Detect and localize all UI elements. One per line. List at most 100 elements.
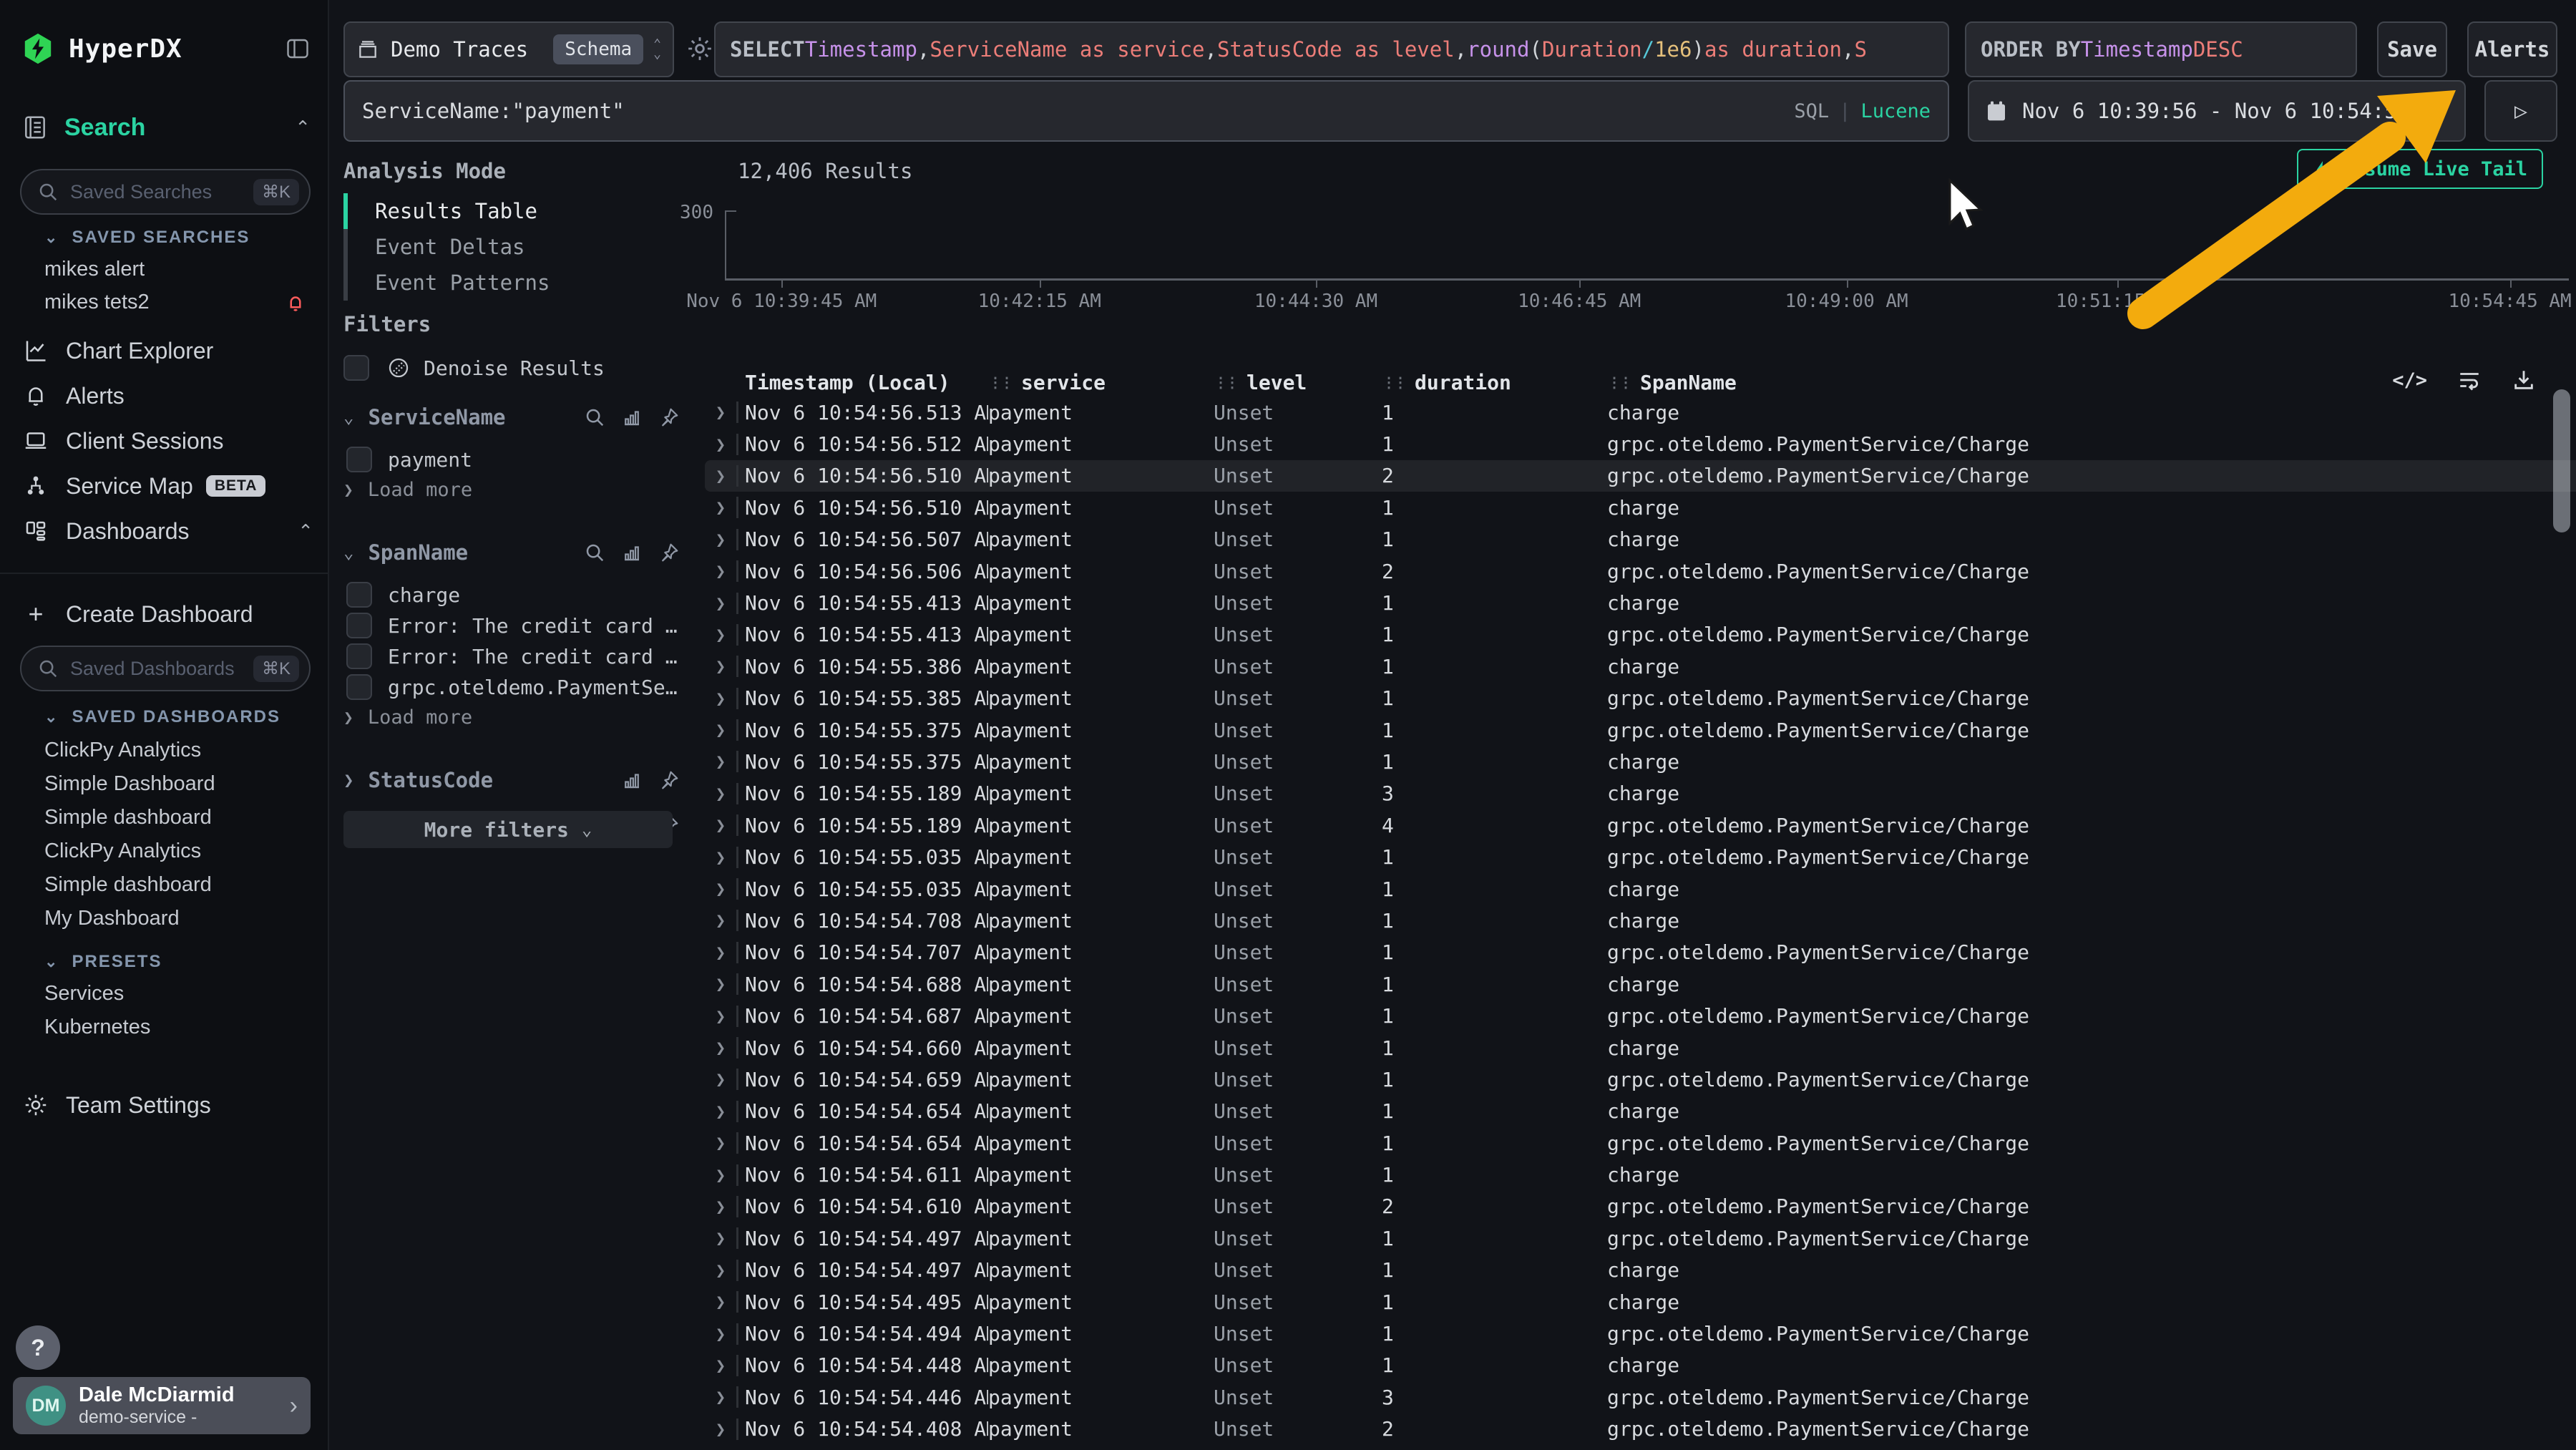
table-row[interactable]: ❯Nov 6 10:54:54.688 AMpaymentUnset1charg… — [705, 968, 2576, 1000]
filter-checkbox[interactable] — [346, 582, 372, 608]
saved-search-item[interactable]: mikes alert — [44, 258, 311, 281]
expand-row-icon[interactable]: ❯ — [705, 1006, 736, 1026]
expand-row-icon[interactable]: ❯ — [705, 1292, 736, 1312]
user-menu[interactable]: DM Dale McDiarmid demo-service - › — [13, 1377, 311, 1434]
load-more-button[interactable]: ❯Load more — [343, 706, 472, 729]
sidebar-item-service-map[interactable]: Service MapBETA — [21, 466, 313, 506]
search-icon[interactable] — [584, 542, 605, 563]
pin-icon[interactable] — [658, 769, 680, 791]
saved-searches-input[interactable]: Saved Searches ⌘K — [20, 169, 311, 215]
team-settings-button[interactable]: Team Settings — [21, 1085, 313, 1125]
saved-dashboard-item[interactable]: ClickPy Analytics — [44, 840, 201, 863]
column-header-service[interactable]: ⋮⋮service — [988, 371, 1214, 394]
table-row[interactable]: ❯Nov 6 10:54:55.189 AMpaymentUnset4grpc.… — [705, 809, 2576, 841]
table-row[interactable]: ❯Nov 6 10:54:55.413 AMpaymentUnset1grpc.… — [705, 619, 2576, 651]
filter-group-statuscode[interactable]: ❯StatusCode — [343, 768, 680, 792]
denoise-results-option[interactable]: Denoise Results — [343, 355, 605, 381]
search-query-input[interactable]: ServiceName:"payment" SQL | Lucene — [343, 80, 1949, 142]
analysis-mode-event-patterns[interactable]: Event Patterns — [343, 265, 550, 301]
filter-option[interactable]: Error: The credit card … — [346, 613, 680, 638]
pin-icon[interactable] — [658, 542, 680, 563]
table-row[interactable]: ❯Nov 6 10:54:56.507 AMpaymentUnset1charg… — [705, 524, 2576, 555]
table-row[interactable]: ❯Nov 6 10:54:54.687 AMpaymentUnset1grpc.… — [705, 1000, 2576, 1031]
drag-handle-icon[interactable]: ⋮⋮ — [988, 374, 1011, 391]
bar-chart-icon[interactable] — [621, 769, 643, 791]
column-header-timestamp-local-[interactable]: Timestamp (Local) — [745, 371, 988, 394]
saved-dashboards-section[interactable]: ⌄ SAVED DASHBOARDS — [44, 707, 280, 727]
sql-select-input[interactable]: SELECT Timestamp, ServiceName as service… — [714, 21, 1949, 77]
table-row[interactable]: ❯Nov 6 10:54:54.659 AMpaymentUnset1grpc.… — [705, 1064, 2576, 1095]
expand-row-icon[interactable]: ❯ — [705, 1387, 736, 1407]
filter-checkbox[interactable] — [346, 613, 372, 638]
expand-row-icon[interactable]: ❯ — [705, 1228, 736, 1248]
expand-row-icon[interactable]: ❯ — [705, 1101, 736, 1121]
column-header-duration[interactable]: ⋮⋮duration — [1382, 371, 1607, 394]
table-row[interactable]: ❯Nov 6 10:54:55.385 AMpaymentUnset1grpc.… — [705, 683, 2576, 714]
expand-row-icon[interactable]: ❯ — [705, 815, 736, 835]
column-header-spanname[interactable]: ⋮⋮SpanName — [1607, 371, 2576, 394]
filter-checkbox[interactable] — [346, 447, 372, 472]
saved-search-item[interactable]: mikes tets2 — [44, 291, 311, 314]
table-row[interactable]: ❯Nov 6 10:54:56.513 AMpaymentUnset1charg… — [705, 396, 2576, 428]
help-button[interactable]: ? — [16, 1325, 60, 1370]
expand-row-icon[interactable]: ❯ — [705, 561, 736, 581]
expand-row-icon[interactable]: ❯ — [705, 974, 736, 994]
table-row[interactable]: ❯Nov 6 10:54:54.707 AMpaymentUnset1grpc.… — [705, 937, 2576, 968]
table-row[interactable]: ❯Nov 6 10:54:55.035 AMpaymentUnset1grpc.… — [705, 841, 2576, 872]
table-row[interactable]: ❯Nov 6 10:54:55.375 AMpaymentUnset1charg… — [705, 746, 2576, 777]
filter-option[interactable]: payment — [346, 447, 680, 472]
saved-searches-section[interactable]: ⌄ SAVED SEARCHES — [44, 228, 250, 248]
denoise-checkbox[interactable] — [343, 355, 369, 381]
expand-row-icon[interactable]: ❯ — [705, 497, 736, 517]
expand-row-icon[interactable]: ❯ — [705, 402, 736, 422]
presets-section[interactable]: ⌄ PRESETS — [44, 952, 162, 972]
table-row[interactable]: ❯Nov 6 10:54:54.448 AMpaymentUnset1charg… — [705, 1350, 2576, 1381]
expand-row-icon[interactable]: ❯ — [705, 1069, 736, 1089]
table-row[interactable]: ❯Nov 6 10:54:56.510 AMpaymentUnset1charg… — [705, 492, 2576, 523]
results-histogram[interactable]: 300 Nov 6 10:39:45 AM10:42:15 AM10:44:30… — [726, 210, 2569, 279]
filter-option[interactable]: grpc.oteldemo.PaymentSe… — [346, 674, 680, 700]
column-header-level[interactable]: ⋮⋮level — [1214, 371, 1382, 394]
source-select[interactable]: Demo Traces Schema ⌃⌄ — [343, 21, 674, 77]
filter-checkbox[interactable] — [346, 643, 372, 669]
search-icon[interactable] — [584, 407, 605, 428]
table-row[interactable]: ❯Nov 6 10:54:55.375 AMpaymentUnset1grpc.… — [705, 714, 2576, 746]
saved-dashboards-input[interactable]: Saved Dashboards ⌘K — [20, 646, 311, 691]
resume-live-tail-button[interactable]: Resume Live Tail — [2297, 149, 2543, 189]
table-row[interactable]: ❯Nov 6 10:54:54.611 AMpaymentUnset1charg… — [705, 1159, 2576, 1190]
create-dashboard-button[interactable]: + Create Dashboard — [21, 594, 313, 634]
table-row[interactable]: ❯Nov 6 10:54:54.408 AMpaymentUnset2grpc.… — [705, 1413, 2576, 1445]
pin-icon[interactable] — [658, 407, 680, 428]
expand-row-icon[interactable]: ❯ — [705, 1419, 736, 1439]
table-row[interactable]: ❯Nov 6 10:54:56.512 AMpaymentUnset1grpc.… — [705, 428, 2576, 459]
drag-handle-icon[interactable]: ⋮⋮ — [1382, 374, 1405, 391]
saved-dashboard-item[interactable]: My Dashboard — [44, 907, 180, 930]
table-row[interactable]: ❯Nov 6 10:54:54.494 AMpaymentUnset1grpc.… — [705, 1318, 2576, 1349]
expand-row-icon[interactable]: ❯ — [705, 943, 736, 963]
expand-row-icon[interactable]: ❯ — [705, 593, 736, 613]
filter-group-spanname[interactable]: ⌄SpanName — [343, 540, 680, 565]
table-row[interactable]: ❯Nov 6 10:54:54.495 AMpaymentUnset1charg… — [705, 1286, 2576, 1318]
preset-item[interactable]: Services — [44, 982, 124, 1006]
sidebar-item-search[interactable]: Search ⌃ — [21, 109, 311, 146]
expand-row-icon[interactable]: ❯ — [705, 625, 736, 645]
expand-row-icon[interactable]: ❯ — [705, 784, 736, 804]
bar-chart-icon[interactable] — [621, 542, 643, 563]
expand-row-icon[interactable]: ❯ — [705, 530, 736, 550]
table-row[interactable]: ❯Nov 6 10:54:54.660 AMpaymentUnset1charg… — [705, 1032, 2576, 1064]
sidebar-item-dashboards[interactable]: Dashboards⌃ — [21, 511, 313, 551]
drag-handle-icon[interactable]: ⋮⋮ — [1214, 374, 1236, 391]
expand-row-icon[interactable]: ❯ — [705, 656, 736, 676]
table-row[interactable]: ❯Nov 6 10:54:55.189 AMpaymentUnset3charg… — [705, 778, 2576, 809]
order-by-input[interactable]: ORDER BY Timestamp DESC — [1965, 21, 2357, 77]
expand-row-icon[interactable]: ❯ — [705, 1165, 736, 1185]
table-row[interactable]: ❯Nov 6 10:54:56.510 AMpaymentUnset2grpc.… — [705, 460, 2576, 492]
table-row[interactable]: ❯Nov 6 10:54:55.386 AMpaymentUnset1charg… — [705, 651, 2576, 682]
run-query-button[interactable]: ▷ — [2484, 80, 2557, 142]
expand-row-icon[interactable]: ❯ — [705, 751, 736, 772]
time-range-picker[interactable]: Nov 6 10:39:56 - Nov 6 10:54:56 — [1968, 80, 2466, 142]
alerts-button[interactable]: Alerts — [2467, 21, 2557, 77]
saved-dashboard-item[interactable]: Simple Dashboard — [44, 772, 215, 796]
expand-row-icon[interactable]: ❯ — [705, 434, 736, 454]
collapse-sidebar-button[interactable] — [282, 33, 313, 64]
